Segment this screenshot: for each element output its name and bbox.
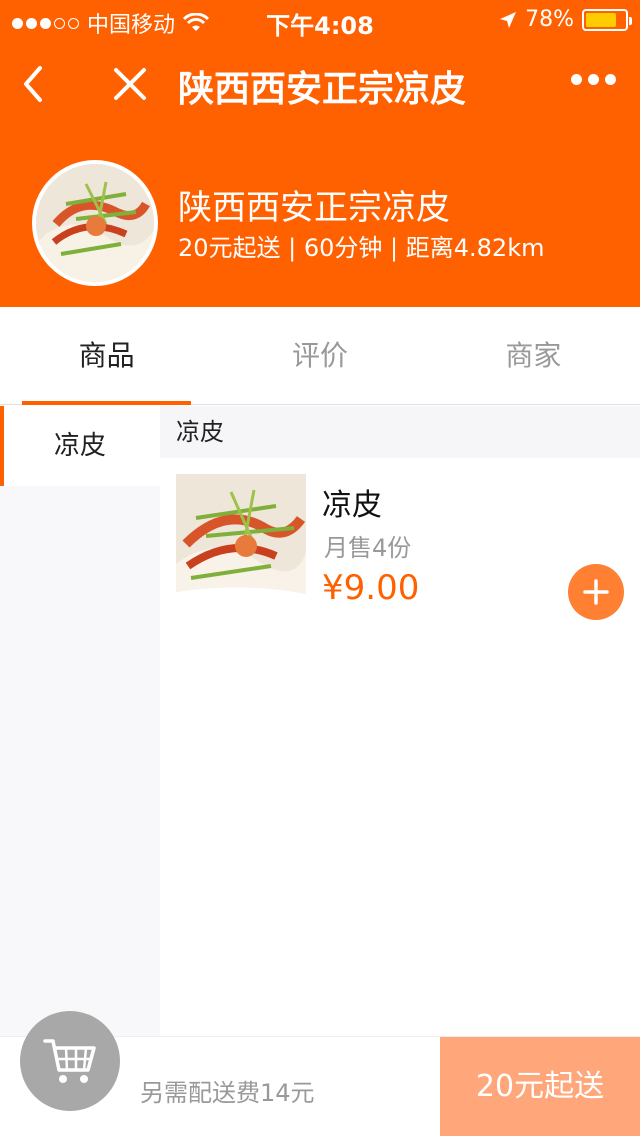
battery-percent: 78% — [525, 7, 574, 32]
cart-icon — [43, 1039, 96, 1083]
tab-bar: 商品 评价 商家 — [0, 307, 640, 405]
liangpi-photo — [36, 164, 154, 282]
product-list: 凉皮 凉皮 月售4份 ¥9.00 — [160, 406, 640, 1036]
shop-name: 陕西西安正宗凉皮 — [178, 188, 450, 228]
plus-icon — [583, 579, 609, 605]
status-right: 78% — [499, 7, 632, 32]
product-image — [176, 474, 306, 604]
tab-merchant[interactable]: 商家 — [427, 307, 640, 404]
status-bar: 中国移动 下午4:08 78% — [0, 0, 640, 40]
min-order-button[interactable]: 20元起送 — [440, 1037, 640, 1136]
tab-products[interactable]: 商品 — [0, 307, 213, 405]
close-icon — [114, 68, 146, 100]
add-to-cart-button[interactable] — [568, 564, 624, 620]
nav-bar: 陕西西安正宗凉皮 — [0, 40, 640, 130]
product-item[interactable]: 凉皮 月售4份 ¥9.00 — [160, 458, 640, 620]
tab-reviews[interactable]: 评价 — [213, 307, 426, 404]
shop-header: 陕西西安正宗凉皮 20元起送 | 60分钟 | 距离4.82km — [0, 130, 640, 307]
shop-meta: 20元起送 | 60分钟 | 距离4.82km — [178, 234, 545, 262]
battery-level — [586, 12, 616, 27]
shop-logo — [32, 160, 158, 286]
category-sidebar: 凉皮 — [0, 406, 160, 1036]
product-price: ¥9.00 — [322, 568, 420, 608]
page-title: 陕西西安正宗凉皮 — [178, 69, 467, 110]
back-button[interactable] — [16, 62, 56, 106]
battery-icon — [582, 8, 632, 31]
product-name: 凉皮 — [322, 488, 382, 523]
more-button[interactable] — [571, 74, 616, 85]
chevron-left-icon — [24, 66, 42, 102]
product-sales: 月售4份 — [324, 534, 412, 562]
cart-button[interactable] — [20, 1011, 120, 1111]
close-button[interactable] — [110, 64, 150, 104]
more-dots-icon — [571, 74, 582, 85]
liangpi-photo — [176, 474, 306, 604]
location-arrow-icon — [500, 11, 517, 28]
category-item-liangpi[interactable]: 凉皮 — [0, 406, 160, 486]
bottom-bar: 另需配送费14元 20元起送 — [0, 1011, 640, 1136]
section-title: 凉皮 — [160, 406, 640, 458]
delivery-fee-note: 另需配送费14元 — [140, 1079, 315, 1107]
